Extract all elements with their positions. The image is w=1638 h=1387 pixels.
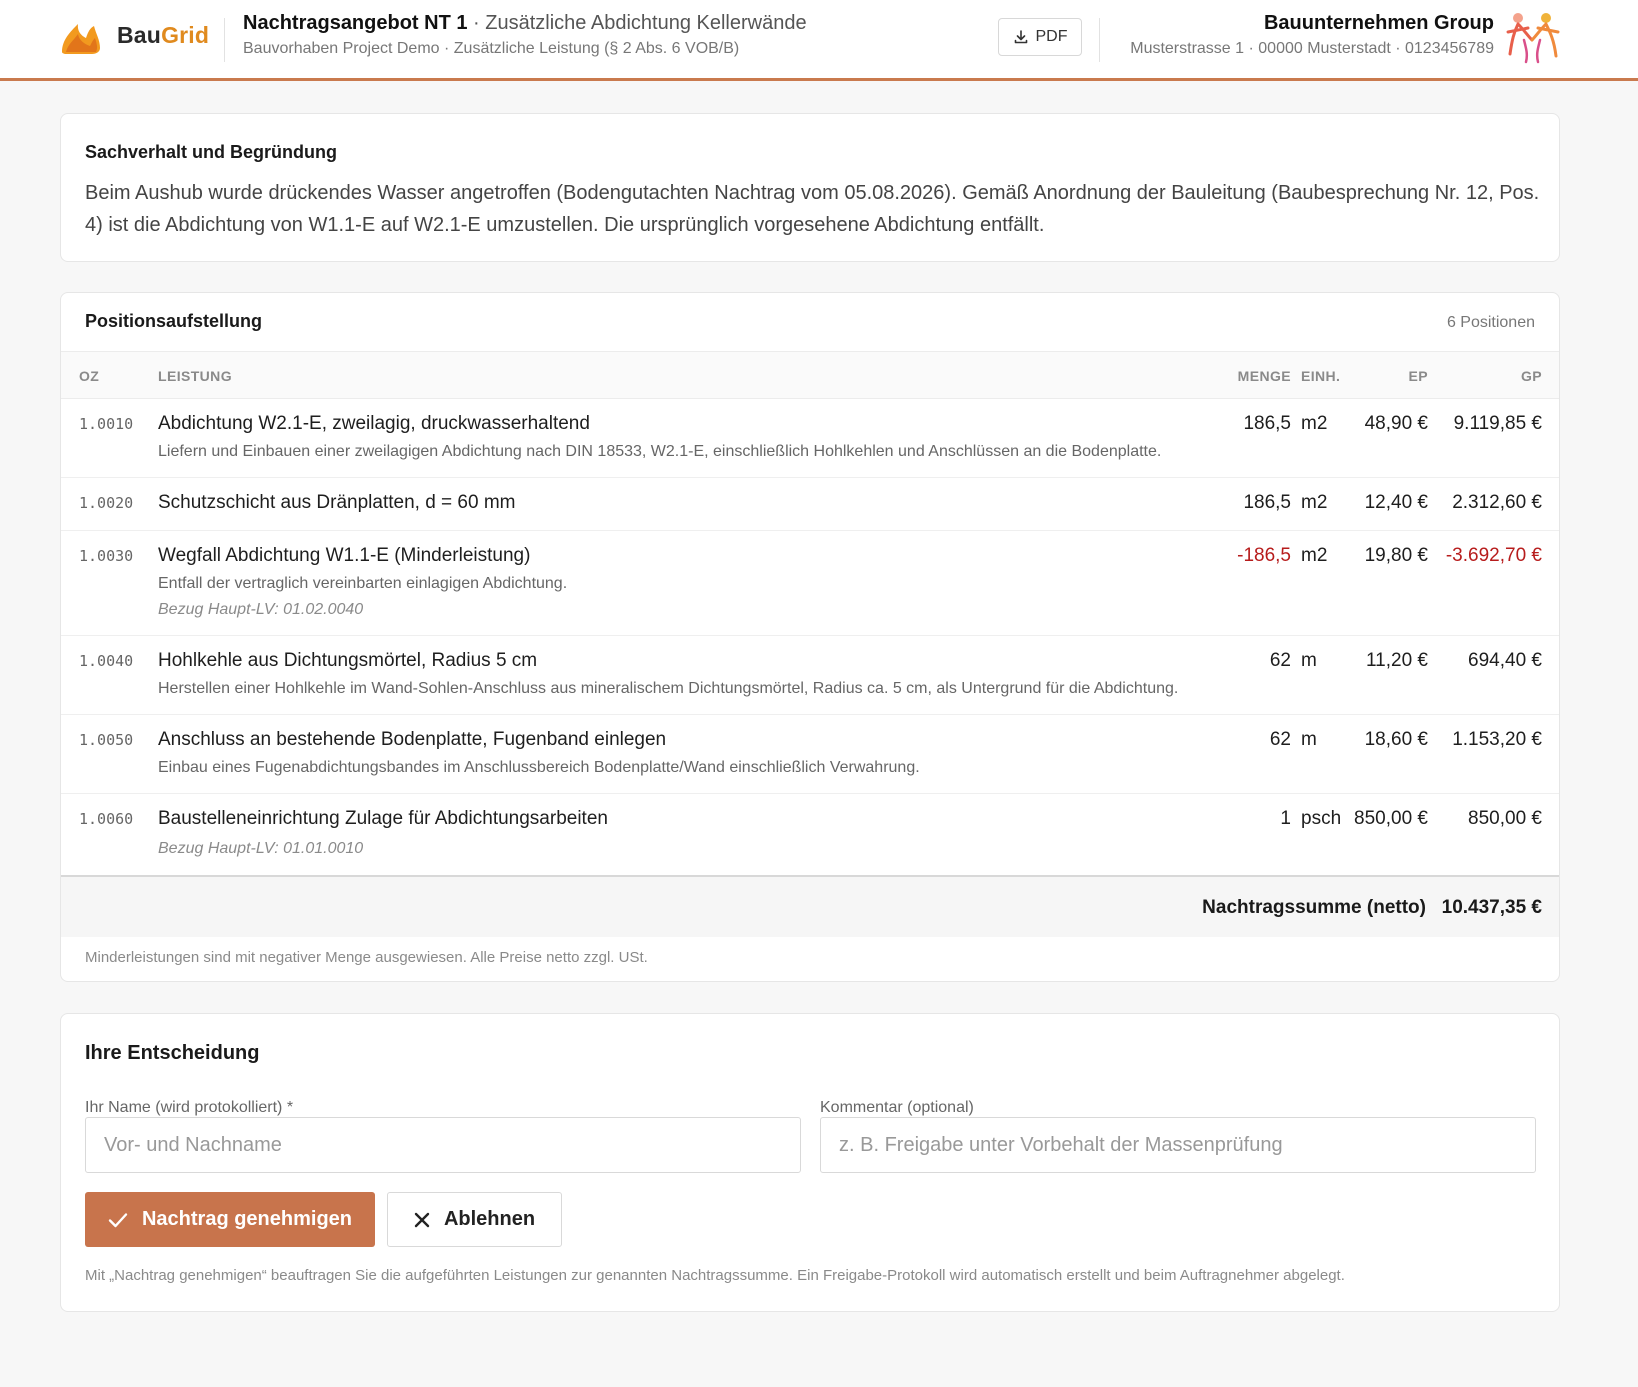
row-gp: -3.692,70 € (1445, 545, 1542, 566)
positions-note: Minderleistungen sind mit negativer Meng… (85, 949, 648, 966)
check-icon (108, 1212, 128, 1227)
sachverhalt-text: Beim Aushub wurde drückendes Wasser ange… (85, 182, 1540, 236)
row-gp: 850,00 € (1468, 808, 1542, 829)
row-ep: 850,00 € (1354, 808, 1428, 829)
row-ep: 12,40 € (1364, 492, 1428, 513)
row-oz: 1.0060 (79, 810, 134, 828)
row-menge: 62 (1269, 650, 1291, 671)
reject-label: Ablehnen (443, 1208, 536, 1230)
name-input[interactable] (85, 1117, 801, 1173)
table-row: 1.0020 Schutzschicht aus Dränplatten, d … (61, 478, 1559, 531)
sum-row: Nachtragssumme (netto) 10.437,35 € (61, 875, 1559, 937)
row-einheit: m2 (1301, 492, 1328, 513)
col-oz: OZ (79, 368, 100, 384)
row-gp: 694,40 € (1468, 650, 1542, 671)
row-description: Liefern und Einbauen einer zweilagigen A… (158, 443, 1162, 460)
download-icon (1014, 30, 1027, 44)
row-ep: 19,80 € (1364, 545, 1428, 566)
row-menge: 186,5 (1243, 492, 1291, 513)
page-subtitle: Bauvorhaben Project Demo · Zusätzliche L… (243, 40, 740, 57)
header-divider (224, 18, 225, 62)
table-row: 1.0050 Anschluss an bestehende Bodenplat… (61, 715, 1559, 794)
row-menge: -186,5 (1237, 545, 1291, 566)
top-header: BauGrid Nachtragsangebot NT 1 · Zusätzli… (0, 0, 1638, 81)
company-address: Musterstrasse 1 · 00000 Musterstadt · 01… (1130, 40, 1494, 57)
row-oz: 1.0030 (79, 547, 134, 565)
pdf-download-button[interactable]: PDF (998, 18, 1082, 56)
col-einh: EINH. (1301, 368, 1341, 384)
decision-card: Ihre Entscheidung Ihr Name (wird protoko… (60, 1013, 1560, 1312)
row-title: Baustelleneinrichtung Zulage für Abdicht… (158, 808, 608, 829)
reject-button[interactable]: Ablehnen (387, 1192, 562, 1247)
col-leistung: LEISTUNG (158, 368, 232, 384)
page-title: Nachtragsangebot NT 1 · Zusätzliche Abdi… (243, 12, 807, 34)
col-menge: MENGE (1237, 368, 1291, 384)
row-gp: 9.119,85 € (1453, 413, 1542, 434)
row-einheit: m2 (1301, 545, 1328, 566)
table-row: 1.0010 Abdichtung W2.1-E, zweilagig, dru… (61, 399, 1559, 478)
row-einheit: psch (1301, 808, 1342, 829)
sum-value: 10.437,35 € (1441, 897, 1542, 918)
table-row: 1.0030 Wegfall Abdichtung W1.1-E (Minder… (61, 531, 1559, 636)
row-title: Abdichtung W2.1-E, zweilagig, druckwasse… (158, 413, 590, 434)
row-gp: 1.153,20 € (1452, 729, 1542, 750)
positions-card: Positionsaufstellung 6 Positionen OZ LEI… (60, 292, 1560, 982)
col-gp: GP (1520, 368, 1542, 384)
col-ep: EP (1408, 368, 1428, 384)
legal-note: Mit „Nachtrag genehmigen“ beauftragen Si… (85, 1267, 1345, 1284)
row-oz: 1.0040 (79, 652, 134, 670)
table-row: 1.0040 Hohlkehle aus Dichtungsmörtel, Ra… (61, 636, 1559, 715)
row-title: Wegfall Abdichtung W1.1-E (Minderleistun… (158, 545, 531, 566)
flame-logo-icon (62, 24, 100, 54)
row-einheit: m (1301, 650, 1317, 671)
company-name: Bauunternehmen Group (1263, 12, 1494, 34)
row-ep: 48,90 € (1364, 413, 1428, 434)
row-reference: Bezug Haupt-LV: 01.01.0010 (158, 840, 364, 857)
row-reference: Bezug Haupt-LV: 01.02.0040 (158, 601, 364, 618)
pdf-label: PDF (1035, 28, 1068, 45)
positions-count: 6 Positionen (1446, 314, 1535, 331)
company-logo-icon (1506, 13, 1560, 64)
sum-label: Nachtragssumme (netto) (1202, 897, 1426, 918)
positions-heading: Positionsaufstellung (85, 311, 263, 331)
decision-heading: Ihre Entscheidung (85, 1042, 260, 1064)
comment-field-label: Kommentar (optional) (820, 1099, 974, 1116)
name-field-label: Ihr Name (wird protokolliert) * (85, 1099, 294, 1116)
row-oz: 1.0020 (79, 494, 134, 512)
comment-input[interactable] (820, 1117, 1536, 1173)
table-row: 1.0060 Baustelleneinrichtung Zulage für … (61, 794, 1559, 875)
header-divider-right (1099, 18, 1100, 62)
approve-button[interactable]: Nachtrag genehmigen (85, 1192, 375, 1247)
row-gp: 2.312,60 € (1452, 492, 1542, 513)
brand-name: BauGrid (117, 22, 210, 48)
row-oz: 1.0010 (79, 415, 134, 433)
row-einheit: m (1301, 729, 1317, 750)
row-menge: 186,5 (1243, 413, 1291, 434)
row-title: Anschluss an bestehende Bodenplatte, Fug… (158, 729, 667, 750)
approve-label: Nachtrag genehmigen (141, 1208, 353, 1230)
row-description: Entfall der vertraglich vereinbarten ein… (158, 575, 568, 592)
row-oz: 1.0050 (79, 731, 134, 749)
row-description: Herstellen einer Hohlkehle im Wand-Sohle… (158, 680, 1179, 697)
row-ep: 11,20 € (1366, 650, 1428, 671)
row-title: Schutzschicht aus Dränplatten, d = 60 mm (158, 492, 516, 513)
row-menge: 62 (1269, 729, 1291, 750)
row-description: Einbau eines Fugenabdichtungsbandes im A… (158, 759, 920, 776)
row-title: Hohlkehle aus Dichtungsmörtel, Radius 5 … (158, 650, 538, 671)
sachverhalt-heading: Sachverhalt und Begründung (85, 142, 338, 162)
row-menge: 1 (1280, 808, 1291, 829)
table-header: OZ LEISTUNG MENGE EINH. EP GP (61, 351, 1559, 399)
row-ep: 18,60 € (1364, 729, 1428, 750)
close-icon (414, 1212, 430, 1227)
sachverhalt-card: Sachverhalt und Begründung Beim Aushub w… (60, 113, 1560, 262)
row-einheit: m2 (1301, 413, 1328, 434)
